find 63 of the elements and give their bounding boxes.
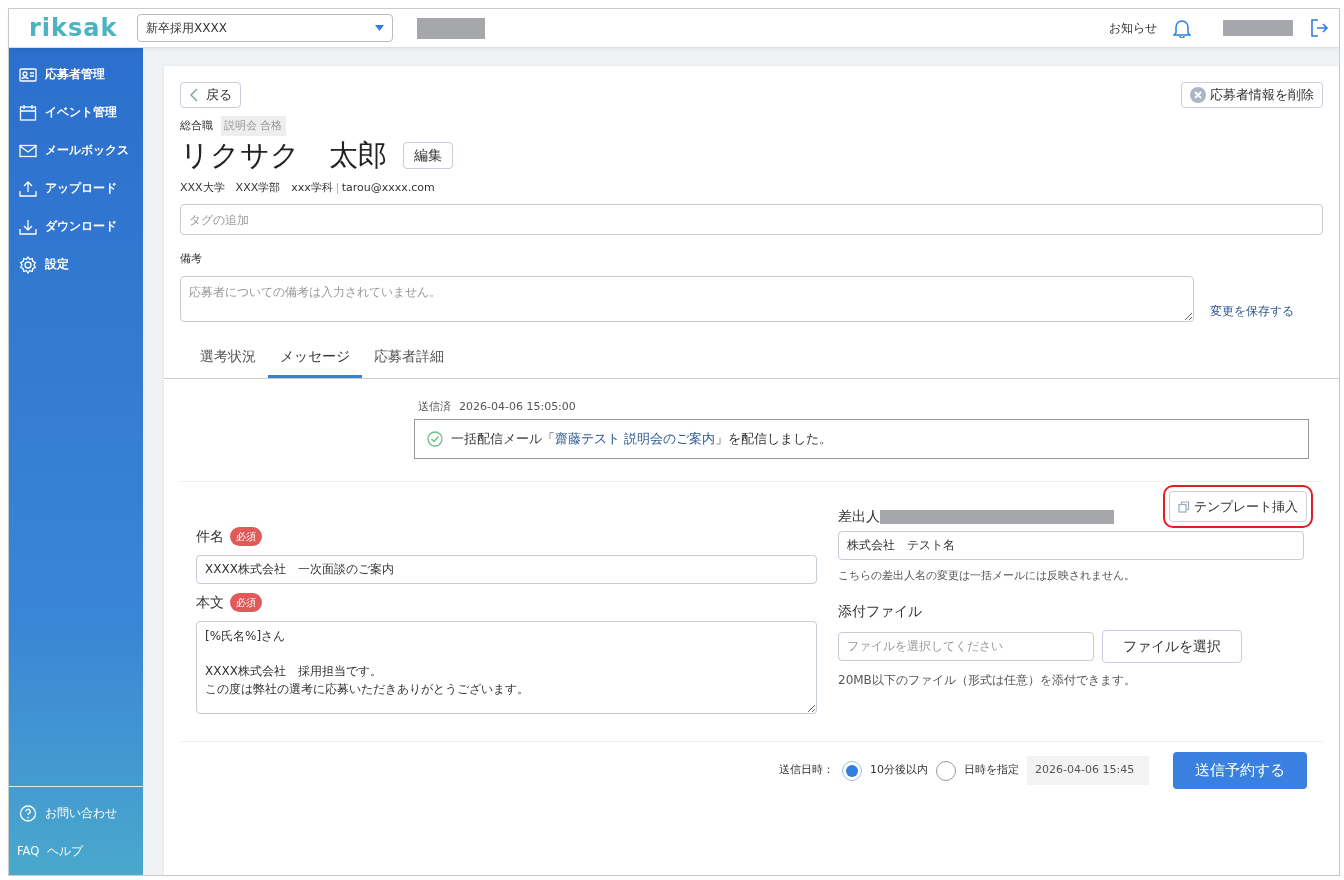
sidebar-item[interactable]: メールボックス xyxy=(9,132,143,170)
sidebar-item[interactable]: ダウンロード xyxy=(9,208,143,246)
attachment-note: 20MB以下のファイル（形式は任意）を添付できます。 xyxy=(838,671,1137,689)
id-card-icon xyxy=(19,66,37,84)
radio-button[interactable] xyxy=(842,760,862,781)
help-icon xyxy=(19,805,37,823)
envelope-icon xyxy=(19,142,37,160)
redacted-block xyxy=(1223,20,1293,36)
tab[interactable]: 選考状況 xyxy=(188,337,268,378)
upload-icon xyxy=(19,180,37,198)
tag-input[interactable]: タグの追加 xyxy=(180,204,1323,236)
sidebar-item[interactable]: 設定 xyxy=(9,246,143,284)
copy-icon xyxy=(1178,500,1190,513)
attachment-label: 添付ファイル xyxy=(838,601,923,621)
notes-field[interactable]: 応募者についての備考は入力されていません。 xyxy=(180,275,1194,322)
body-field[interactable]: [%氏名%]さん XXXX株式会社 採用担当です。 この度は弊社の選考に応募いただきありがとうございます。 xyxy=(196,621,817,715)
schedule-label: 送信日時： xyxy=(779,762,834,779)
radio-label: 日時を指定 xyxy=(964,762,1019,779)
subject-field[interactable]: XXXX株式会社 一次面談のご案内 xyxy=(196,555,817,585)
body-label: 本文 xyxy=(196,593,224,613)
email-text: tarou@xxxx.com xyxy=(341,179,435,196)
file-select-button[interactable]: ファイルを選択 xyxy=(1102,629,1242,663)
logo: riksak xyxy=(29,16,119,40)
check-circle-icon xyxy=(427,431,443,448)
profile-text: XXX大学 XXX学部 xxx学科 xyxy=(180,179,333,196)
mail-link[interactable]: 齋藤テスト 説明会のご案内 xyxy=(555,431,716,447)
sidebar-item[interactable]: 応募者管理 xyxy=(9,56,143,94)
file-name-field[interactable]: ファイルを選択してください xyxy=(838,631,1094,661)
caret-icon xyxy=(375,25,384,31)
job-label: 総合職 xyxy=(180,117,213,134)
notice-label[interactable]: お知らせ xyxy=(1109,19,1157,37)
sent-datetime: 2026-04-06 15:05:00 xyxy=(459,398,576,415)
delete-button[interactable]: 応募者情報を削除 xyxy=(1181,82,1323,108)
radio-label: 10分後以内 xyxy=(870,762,928,779)
save-link[interactable]: 変更を保存する xyxy=(1210,301,1294,320)
chevron-left-icon xyxy=(189,87,198,102)
sender-note: こちらの差出人名の変更は一括メールには反映されません。 xyxy=(838,568,1136,585)
radio-button[interactable] xyxy=(936,760,956,781)
logout-icon[interactable] xyxy=(1309,18,1329,38)
subject-label: 件名 xyxy=(196,527,224,547)
recruitment-select[interactable]: 新卒採用XXXX xyxy=(137,14,393,42)
sender-field[interactable]: 株式会社 テスト名 xyxy=(838,531,1304,561)
calendar-icon xyxy=(19,104,37,122)
required-badge: 必須 xyxy=(230,593,262,613)
sender-label: 差出人 xyxy=(838,507,880,527)
edit-button[interactable]: 編集 xyxy=(403,142,453,170)
settings-icon xyxy=(19,256,37,274)
schedule-send-button[interactable]: 送信予約する xyxy=(1173,752,1307,789)
sidebar-item[interactable]: イベント管理 xyxy=(9,94,143,132)
message-text: 一括配信メール「齋藤テスト 説明会のご案内」を配信しました。 xyxy=(451,430,833,449)
back-button[interactable]: 戻る xyxy=(180,82,241,108)
tab[interactable]: メッセージ xyxy=(268,337,362,378)
tab[interactable]: 応募者詳細 xyxy=(362,337,456,378)
notes-label: 備考 xyxy=(180,251,203,268)
sidebar-item[interactable]: アップロード xyxy=(9,170,143,208)
status-tag: 説明会 合格 xyxy=(221,115,286,136)
applicant-name: リクサク 太郎 xyxy=(180,140,387,172)
required-badge: 必須 xyxy=(230,527,262,547)
download-icon xyxy=(19,218,37,236)
close-icon xyxy=(1190,86,1206,103)
redacted-block xyxy=(417,17,485,39)
sent-status: 送信済 xyxy=(418,398,451,415)
bell-icon[interactable] xyxy=(1173,18,1191,38)
